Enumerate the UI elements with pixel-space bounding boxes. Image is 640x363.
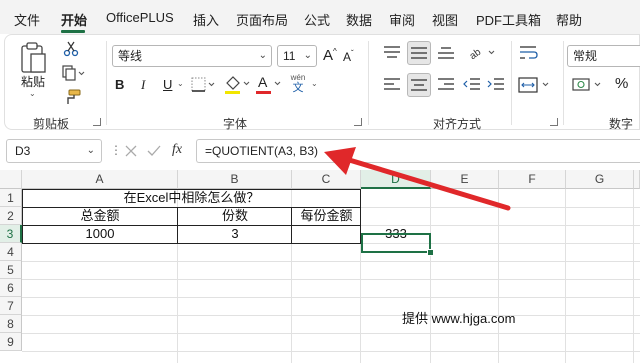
annotation-arrow-icon	[324, 147, 511, 211]
